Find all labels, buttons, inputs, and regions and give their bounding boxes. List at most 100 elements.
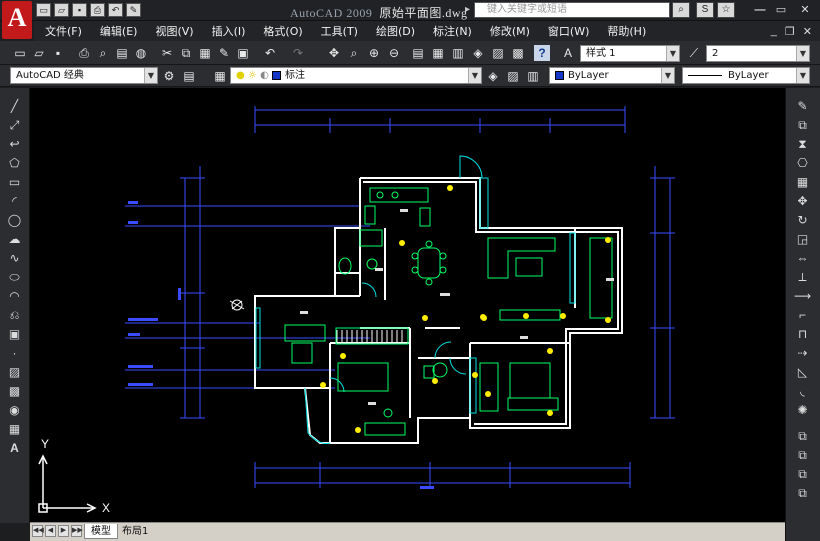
zoom-previous-icon[interactable]: ⊖ [386,45,402,61]
move-icon[interactable]: ✥ [794,193,811,210]
gradient-icon[interactable]: ▩ [6,383,23,400]
calculator-icon[interactable]: ▩ [510,45,526,61]
copy-icon[interactable]: ⧉ [178,45,194,61]
polygon-icon[interactable]: ⬠ [6,155,23,172]
menu-view[interactable]: 视图(V) [146,23,202,39]
communication-center-icon[interactable]: S [696,2,714,18]
prev-tab-icon[interactable]: ◀ [45,525,56,537]
chevron-down-icon[interactable]: ▼ [468,68,481,83]
ellipse-arc-icon[interactable]: ◠ [6,288,23,305]
break-icon[interactable]: ⊓ [794,326,811,343]
minimize-icon[interactable]: — [752,3,768,17]
construction-line-icon[interactable]: ⤢ [6,117,23,134]
chevron-down-icon[interactable]: ▼ [796,46,809,61]
polyline-icon[interactable]: ↩ [6,136,23,153]
undo-icon[interactable]: ↶ [262,45,278,61]
hatch-icon[interactable]: ▨ [6,364,23,381]
save-icon[interactable]: ▪ [50,45,66,61]
circle-icon[interactable]: ◯ [6,212,23,229]
rotate-icon[interactable]: ↻ [794,212,811,229]
chamfer-icon[interactable]: ◺ [794,364,811,381]
close-icon[interactable]: ✕ [797,3,813,17]
autocad-logo-icon[interactable]: A [2,1,32,39]
save-icon[interactable]: ▪ [72,3,87,17]
mirror-icon[interactable]: ⧗ [794,136,811,153]
join-icon[interactable]: ⇢ [794,345,811,362]
qnew-icon[interactable]: ▭ [12,45,28,61]
menu-help[interactable]: 帮助(H) [598,23,655,39]
trim-icon[interactable]: ⟂ [794,269,811,286]
menu-draw[interactable]: 绘图(D) [367,23,424,39]
color-select[interactable]: ByLayer ▼ [549,67,675,84]
drawing-canvas[interactable]: Y X [30,88,785,522]
match-properties-icon[interactable]: ✎ [216,45,232,61]
layer-previous-icon[interactable]: ▨ [505,68,521,84]
menu-file[interactable]: 文件(F) [36,23,91,39]
design-center-icon[interactable]: ▦ [430,45,446,61]
menu-window[interactable]: 窗口(W) [539,23,598,39]
multiline-text-icon[interactable]: A [6,440,23,457]
region-icon[interactable]: ◉ [6,402,23,419]
menu-format[interactable]: 格式(O) [254,23,311,39]
text-style-select[interactable]: 样式 1 ▼ [580,45,680,62]
cut-icon[interactable]: ✂ [159,45,175,61]
help-icon[interactable]: ? [534,45,550,61]
workspace-settings-icon[interactable]: ⚙ [161,68,177,84]
dim-style-icon[interactable]: ⟋ [686,45,702,61]
block-editor-icon[interactable]: ▣ [235,45,251,61]
open-icon[interactable]: ▱ [31,45,47,61]
explode-icon[interactable]: ✺ [794,402,811,419]
new-file-icon[interactable]: ▭ [36,3,51,17]
next-tab-icon[interactable]: ▶ [58,525,69,537]
scale-icon[interactable]: ◲ [794,231,811,248]
rectangle-icon[interactable]: ▭ [6,174,23,191]
markup-icon[interactable]: ▨ [490,45,506,61]
print-icon[interactable]: ⎙ [90,3,105,17]
extend-icon[interactable]: ⟶ [794,288,811,305]
chevron-down-icon[interactable]: ▼ [666,46,679,61]
draw-order-back-icon[interactable]: ⧉ [794,447,811,464]
layer-states-icon[interactable]: ▥ [525,68,541,84]
favorites-star-icon[interactable]: ☆ [717,2,735,18]
arc-icon[interactable]: ◜ [6,193,23,210]
linetype-select[interactable]: ByLayer ▼ [682,67,810,84]
offset-icon[interactable]: ⎔ [794,155,811,172]
ellipse-icon[interactable]: ⬭ [6,269,23,286]
dim-style-select[interactable]: 2 ▼ [706,45,810,62]
revision-cloud-icon[interactable]: ☁ [6,231,23,248]
stretch-icon[interactable]: ⇔ [794,250,811,267]
pan-icon[interactable]: ✥ [326,45,342,61]
doc-restore-icon[interactable]: ❐ [785,25,795,38]
help-search-input[interactable]: 键入关键字或短语 [465,2,670,18]
layer-properties-icon[interactable]: ▦ [212,68,228,84]
draw-order-front-icon[interactable]: ⧉ [794,428,811,445]
menu-dimension[interactable]: 标注(N) [424,23,481,39]
tool-palettes-icon[interactable]: ▥ [450,45,466,61]
menu-edit[interactable]: 编辑(E) [91,23,147,39]
layer-select[interactable]: ● ☼ ◐ 标注 ▼ [230,67,482,84]
paste-icon[interactable]: ▦ [197,45,213,61]
copy-object-icon[interactable]: ⧉ [794,117,811,134]
array-icon[interactable]: ▦ [794,174,811,191]
bring-above-icon[interactable]: ⧉ [794,466,811,483]
workspace-select[interactable]: AutoCAD 经典 ▼ [10,67,158,84]
erase-icon[interactable]: ✎ [794,98,811,115]
fillet-icon[interactable]: ◟ [794,383,811,400]
first-tab-icon[interactable]: ◀◀ [32,525,44,537]
search-icon[interactable]: ⌕ [672,2,690,18]
3d-dwf-icon[interactable]: ◍ [133,45,149,61]
point-icon[interactable]: · [6,345,23,362]
table-icon[interactable]: ▦ [6,421,23,438]
menu-tools[interactable]: 工具(T) [312,23,367,39]
chevron-down-icon[interactable]: ▼ [796,68,809,83]
spline-icon[interactable]: ∿ [6,250,23,267]
sheet-set-icon[interactable]: ◈ [470,45,486,61]
chevron-down-icon[interactable]: ▼ [661,68,674,83]
break-at-point-icon[interactable]: ⌐ [794,307,811,324]
text-style-icon[interactable]: A [560,45,576,61]
doc-minimize-icon[interactable]: _ [771,25,777,38]
tab-layout1[interactable]: 布局1 [116,524,154,539]
open-file-icon[interactable]: ▱ [54,3,69,17]
tab-model[interactable]: 模型 [84,524,118,539]
properties-icon[interactable]: ▤ [410,45,426,61]
